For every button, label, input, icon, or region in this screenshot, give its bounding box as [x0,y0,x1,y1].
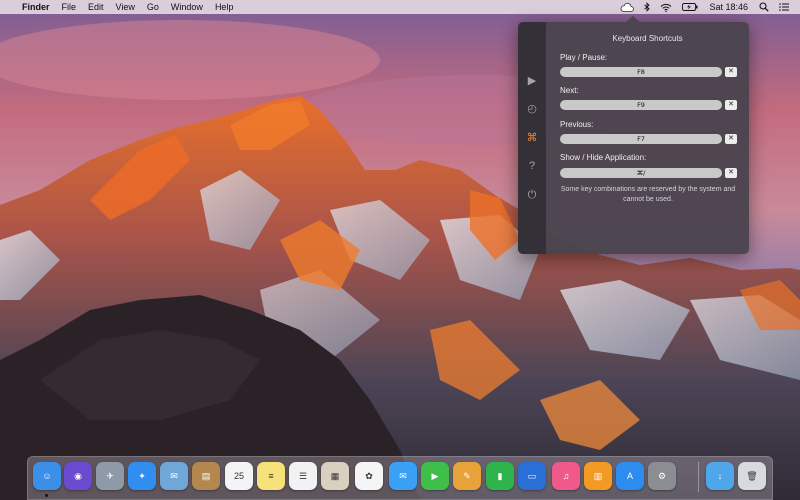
preview-icon[interactable]: ▦ [321,462,349,490]
siri-icon[interactable]: ◉ [64,462,92,490]
sidebar-shortcuts-button[interactable]: ⌘ [518,127,546,147]
popover-content: Keyboard Shortcuts Play / Pause: F8 ✕ Ne… [546,22,749,254]
shortcut-previous-clear-button[interactable]: ✕ [725,134,737,144]
app-store-glyph: A [626,471,633,481]
system-preferences-glyph: ⚙ [657,470,667,481]
mail-icon[interactable]: ✉ [160,462,188,490]
ibooks-icon[interactable]: ▥ [584,462,612,490]
launchpad-glyph: ✈ [106,470,114,481]
shortcut-play-pause-clear-button[interactable]: ✕ [725,67,737,77]
shortcut-play-pause-label: Play / Pause: [560,53,608,62]
downloads-folder-icon[interactable]: ↓ [706,462,734,490]
pages-glyph: ✎ [463,470,471,481]
history-icon: ◴ [527,102,537,115]
menu-edit[interactable]: Edit [82,0,110,14]
command-key-icon: ⌘ [526,131,538,144]
downloads-folder-glyph: ↓ [717,471,723,481]
system-preferences-icon[interactable]: ⚙ [648,462,676,490]
shortcut-show-hide-label: Show / Hide Application: [560,153,647,162]
menu-go[interactable]: Go [141,0,165,14]
photos-icon[interactable]: ✿ [355,462,383,490]
running-indicator [45,494,48,497]
shortcut-previous-field[interactable]: F7 [560,134,722,144]
sidebar-power-button[interactable]: ⏻ [518,185,546,205]
notes-glyph: ≡ [268,471,274,481]
keynote-glyph: ▭ [527,470,537,481]
spotlight-search-icon[interactable] [754,2,774,12]
numbers-glyph: ▮ [497,470,503,481]
dock-separator [698,462,699,492]
menu-bar: Finder File Edit View Go Window Help Sat… [0,0,800,14]
photos-glyph: ✿ [365,470,373,481]
messages-glyph: ✉ [399,470,407,481]
calendar-glyph: 25 [233,471,244,481]
safari-glyph: ✦ [138,470,146,481]
reminders-glyph: ☰ [298,470,308,481]
shortcut-next-field[interactable]: F9 [560,100,722,110]
menu-app-name[interactable]: Finder [16,0,56,14]
sidebar-help-button[interactable]: ? [518,156,546,176]
menu-file[interactable]: File [56,0,83,14]
shortcut-show-hide-clear-button[interactable]: ✕ [725,168,737,178]
sidebar-play-button[interactable]: ▶ [518,70,546,90]
reserved-keys-note: Some key combinations are reserved by th… [560,186,736,203]
reminders-icon[interactable]: ☰ [289,462,317,490]
menu-view[interactable]: View [110,0,141,14]
shortcut-play-pause-field[interactable]: F8 [560,67,722,77]
play-icon: ▶ [527,74,537,87]
popover-sidebar: ▶ ◴ ⌘ ? ⏻ [518,22,546,254]
power-icon: ⏻ [527,188,537,201]
keynote-icon[interactable]: ▭ [518,462,546,490]
shortcut-next-label: Next: [560,86,579,95]
ibooks-glyph: ▥ [593,470,603,481]
launchpad-icon[interactable]: ✈ [96,462,124,490]
trash-icon[interactable]: 🗑 [738,462,766,490]
finder-icon[interactable]: ☺ [33,462,61,490]
battery-icon[interactable] [677,3,703,11]
facetime-glyph: ▶ [431,470,439,481]
numbers-icon[interactable]: ▮ [486,462,514,490]
app-store-icon[interactable]: A [616,462,644,490]
contacts-icon[interactable]: ▤ [192,462,220,490]
notes-icon[interactable]: ≡ [257,462,285,490]
help-icon: ? [528,160,536,172]
wifi-icon[interactable] [655,3,677,12]
shortcut-show-hide-field[interactable]: ⌘/ [560,168,722,178]
pages-icon[interactable]: ✎ [453,462,481,490]
messages-icon[interactable]: ✉ [389,462,417,490]
cloud-menu-extra-icon[interactable] [615,2,639,12]
shortcut-next-clear-button[interactable]: ✕ [725,100,737,110]
bluetooth-icon[interactable] [639,2,655,12]
menu-help[interactable]: Help [209,0,240,14]
siri-glyph: ◉ [74,470,82,481]
menu-clock[interactable]: Sat 18:46 [703,0,754,14]
preview-glyph: ▦ [330,470,340,481]
finder-glyph: ☺ [42,471,52,481]
notification-center-icon[interactable] [774,3,794,11]
safari-icon[interactable]: ✦ [128,462,156,490]
itunes-glyph: ♫ [562,471,570,481]
trash-glyph: 🗑 [746,470,758,481]
calendar-icon[interactable]: 25 [225,462,253,490]
shortcut-previous-label: Previous: [560,120,594,129]
popover-title: Keyboard Shortcuts [612,34,683,43]
mail-glyph: ✉ [170,470,178,481]
itunes-icon[interactable]: ♫ [552,462,580,490]
contacts-glyph: ▤ [201,470,211,481]
sidebar-history-button[interactable]: ◴ [518,98,546,118]
keyboard-shortcuts-popover: ▶ ◴ ⌘ ? ⏻ Keyboard Shortcuts Play / Paus… [518,16,749,254]
facetime-icon[interactable]: ▶ [421,462,449,490]
menu-window[interactable]: Window [165,0,209,14]
